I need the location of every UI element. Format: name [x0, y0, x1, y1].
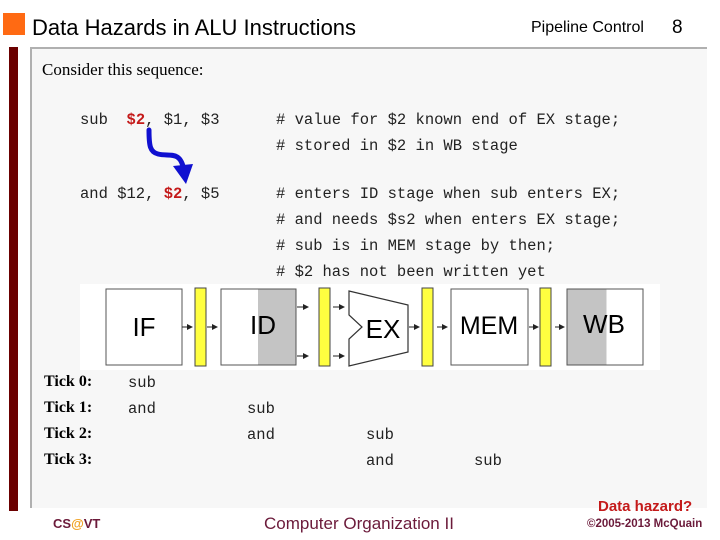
pipeline-register-if-id	[194, 287, 207, 367]
comment-line: # enters ID stage when sub enters EX;	[276, 185, 621, 203]
comment-line: # sub is in MEM stage by then;	[276, 237, 556, 255]
stage-id-label: ID	[250, 310, 276, 340]
tick2-id-instr: and	[247, 426, 275, 444]
pipeline-register-ex-mem	[421, 287, 434, 367]
tick-label: Tick 3:	[44, 451, 93, 468]
code-op: sub	[80, 111, 127, 129]
register-src: $2	[163, 185, 183, 203]
comment-line: # value for $2 known end of EX stage;	[276, 111, 621, 129]
tick3-ex-instr: and	[366, 452, 394, 470]
code-line-and: and $12, $2, $5	[80, 185, 220, 203]
footer-cs-vt-logo: CS@VT	[53, 516, 100, 531]
comment-line: # stored in $2 in WB stage	[276, 137, 518, 155]
left-accent-bar	[9, 47, 18, 511]
tick1-id-instr: sub	[247, 400, 275, 418]
footer-at: @	[71, 516, 84, 531]
footer-course-name: Computer Organization II	[264, 514, 454, 533]
footer-vt: VT	[83, 516, 101, 531]
dependency-arrow-icon	[146, 127, 193, 184]
stage-mem-label: MEM	[460, 312, 518, 340]
comment-line: # and needs $s2 when enters EX stage;	[276, 211, 621, 229]
pipeline-diagram: IF ID EX MEM WB	[80, 284, 660, 370]
stage-ex-label: EX	[366, 314, 401, 344]
pipeline-register-mem-wb	[539, 287, 552, 367]
code-op: and $12,	[80, 185, 164, 203]
tick2-ex-instr: sub	[366, 426, 394, 444]
slide-title: Data Hazards in ALU Instructions	[32, 15, 357, 40]
data-hazard-annotation: Data hazard?	[598, 498, 693, 515]
tick-label: Tick 0:	[44, 373, 93, 390]
tick1-if-instr: and	[128, 400, 156, 418]
footer-copyright: ©2005-2013 McQuain	[587, 518, 703, 530]
intro-text: Consider this sequence:	[42, 60, 204, 79]
footer-cs: CS	[53, 516, 72, 531]
stage-wb-label: WB	[583, 309, 625, 339]
tick-label: Tick 1:	[44, 399, 93, 416]
comment-line: # $2 has not been written yet	[276, 263, 546, 281]
tick-label: Tick 2:	[44, 425, 93, 442]
tick0-if-instr: sub	[128, 374, 156, 392]
page-number: 8	[672, 17, 683, 38]
tick3-mem-instr: sub	[474, 452, 502, 470]
section-name: Pipeline Control	[531, 19, 644, 36]
code-operands: , $5	[182, 185, 220, 203]
title-bullet-square	[3, 13, 25, 35]
stage-if-label: IF	[132, 312, 155, 342]
pipeline-register-id-ex	[318, 287, 331, 367]
